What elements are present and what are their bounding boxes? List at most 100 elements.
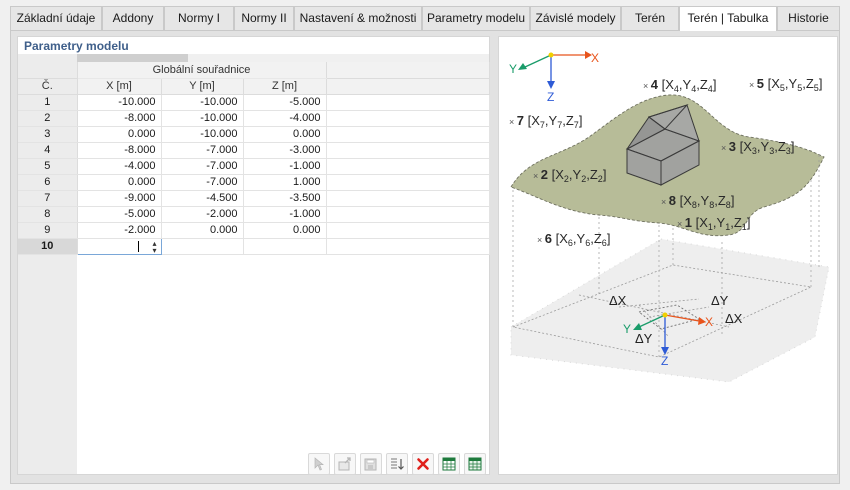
z-cell[interactable]: -5.000 (243, 94, 327, 111)
sort-button[interactable] (386, 453, 408, 475)
point-label-5: × 5 [X5,Y5,Z5] (749, 76, 822, 93)
excel-import-button[interactable] (438, 453, 460, 475)
z-cell[interactable]: -3.500 (243, 190, 327, 207)
table-toolbar (308, 453, 503, 475)
row-number: 4 (18, 142, 78, 159)
x-cell-editor[interactable]: ▴ ▾ (76, 237, 162, 255)
point-label-2: × 2 [X2,Y2,Z2] (533, 167, 606, 184)
panel-title: Parametry modelu (24, 39, 129, 53)
z-cell[interactable]: -4.000 (243, 110, 327, 127)
tab-teren-tabulka[interactable]: Terén | Tabulka (679, 6, 777, 31)
row-number: 5 (18, 158, 78, 175)
point-label-7: × 7 [X7,Y7,Z7] (509, 113, 582, 130)
tab-teren[interactable]: Terén (621, 6, 679, 30)
tab-normy-2[interactable]: Normy II (234, 6, 294, 30)
export-icon (338, 457, 351, 471)
spinner-icon[interactable]: ▴ ▾ (151, 239, 159, 253)
x-cell[interactable]: -9.000 (77, 190, 162, 207)
global-axes: X Y Z (509, 51, 599, 104)
y-cell[interactable]: -10.000 (161, 94, 244, 111)
z-cell[interactable]: 0.000 (243, 126, 327, 143)
z-cell[interactable]: 1.000 (243, 174, 327, 191)
y-cell[interactable]: -10.000 (161, 126, 244, 143)
table-row[interactable]: 5 -4.000 -7.000 -1.000 (18, 158, 490, 175)
tab-bar: Základní údaje Addony Normy I Normy II N… (10, 6, 840, 31)
local-axis-y-label: Y (623, 322, 631, 336)
z-cell[interactable]: -1.000 (243, 206, 327, 223)
delta-y-label: ΔY (711, 293, 729, 308)
table-row[interactable]: 3 0.000 -10.000 0.000 (18, 126, 490, 143)
terrain-table: Globální souřadnice Č. X [m] Y [m] Z [m]… (18, 54, 490, 474)
table-row[interactable]: 1 -10.000 -10.000 -5.000 (18, 94, 490, 111)
point-label-4: × 4 [X4,Y4,Z4] (643, 77, 716, 94)
x-cell[interactable]: -5.000 (77, 206, 162, 223)
point-label-1: × 1 [X1,Y1,Z1] (677, 215, 750, 232)
save-button[interactable] (360, 453, 382, 475)
excel-export-button[interactable] (464, 453, 486, 475)
excel-import-icon (442, 457, 456, 471)
column-header-z: Z [m] (243, 78, 327, 95)
select-pointer-icon (314, 457, 324, 471)
local-axis-x-label: X (705, 315, 713, 329)
delta-x-label-2: ΔX (725, 311, 743, 326)
tab-normy-1[interactable]: Normy I (164, 6, 234, 30)
axis-z-label: Z (547, 90, 554, 104)
x-cell[interactable]: 0.000 (77, 174, 162, 191)
table-row[interactable]: 4 -8.000 -7.000 -3.000 (18, 142, 490, 159)
z-cell[interactable]: -3.000 (243, 142, 327, 159)
table-row[interactable]: 6 0.000 -7.000 1.000 (18, 174, 490, 191)
terrain-diagram-panel: X Y Z X Y Z ΔX ΔY ΔX ΔY × 1 [X1,Y1,Z1] × … (498, 36, 838, 475)
row-number: 7 (18, 190, 78, 207)
excel-export-icon (468, 457, 482, 471)
row-number: 9 (18, 222, 78, 239)
point-label-6: × 6 [X6,Y6,Z6] (537, 231, 610, 248)
x-cell[interactable]: -8.000 (77, 110, 162, 127)
export-button[interactable] (334, 453, 356, 475)
table-row[interactable]: 8 -5.000 -2.000 -1.000 (18, 206, 490, 223)
y-cell[interactable]: -7.000 (161, 174, 244, 191)
terrain-diagram: X Y Z X Y Z ΔX ΔY ΔX ΔY × 1 [X1,Y1,Z1] × … (509, 51, 830, 383)
delete-icon (417, 458, 429, 470)
point-label-3: × 3 [X3,Y3,Z3] (721, 139, 794, 156)
delete-button[interactable] (412, 453, 434, 475)
tab-nastaveni[interactable]: Nastavení & možnosti (294, 6, 422, 30)
row-number-header: Č. (18, 78, 78, 95)
column-header-y: Y [m] (161, 78, 244, 95)
y-cell[interactable] (161, 238, 244, 255)
table-row[interactable]: 7 -9.000 -4.500 -3.500 (18, 190, 490, 207)
group-header: Globální souřadnice (77, 62, 327, 79)
parameters-panel: Parametry modelu Globální souřadnice Č. … (17, 36, 490, 475)
row-number: 2 (18, 110, 78, 127)
select-button[interactable] (308, 453, 330, 475)
table-row[interactable]: 9 -2.000 0.000 0.000 (18, 222, 490, 239)
y-cell[interactable]: -2.000 (161, 206, 244, 223)
table-row[interactable]: 2 -8.000 -10.000 -4.000 (18, 110, 490, 127)
y-cell[interactable]: 0.000 (161, 222, 244, 239)
x-cell[interactable]: -10.000 (77, 94, 162, 111)
x-cell[interactable]: -4.000 (77, 158, 162, 175)
column-header-x: X [m] (77, 78, 162, 95)
y-cell[interactable]: -4.500 (161, 190, 244, 207)
y-cell[interactable]: -10.000 (161, 110, 244, 127)
local-axis-z-label: Z (661, 354, 668, 368)
new-row[interactable]: 10 ▴ ▾ (18, 237, 490, 255)
tab-zavisle-modely[interactable]: Závislé modely (530, 6, 621, 30)
tab-zakladni-udaje[interactable]: Základní údaje (10, 6, 102, 30)
tab-historie[interactable]: Historie (777, 6, 840, 30)
z-cell[interactable]: 0.000 (243, 222, 327, 239)
x-cell[interactable]: 0.000 (77, 126, 162, 143)
z-cell[interactable] (243, 238, 327, 255)
y-cell[interactable]: -7.000 (161, 142, 244, 159)
sort-icon (391, 458, 404, 470)
delta-x-label: ΔX (609, 293, 627, 308)
row-number: 6 (18, 174, 78, 191)
y-cell[interactable]: -7.000 (161, 158, 244, 175)
row-number: 3 (18, 126, 78, 143)
x-cell[interactable]: -2.000 (77, 222, 162, 239)
tab-parametry-modelu[interactable]: Parametry modelu (422, 6, 530, 30)
z-cell[interactable]: -1.000 (243, 158, 327, 175)
tab-addony[interactable]: Addony (102, 6, 164, 30)
x-cell[interactable]: -8.000 (77, 142, 162, 159)
row-number: 8 (18, 206, 78, 223)
row-number: 1 (18, 94, 78, 111)
